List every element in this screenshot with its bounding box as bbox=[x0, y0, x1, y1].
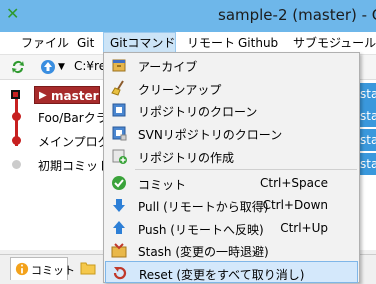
branch-badge: ▶ master bbox=[34, 86, 100, 104]
commit-node-icon bbox=[12, 160, 21, 169]
menu-item-shortcut: Ctrl+Space bbox=[260, 176, 328, 190]
menu-github[interactable]: Github bbox=[236, 32, 280, 54]
app-logo-icon: ✕ bbox=[6, 4, 20, 23]
info-icon bbox=[15, 262, 29, 276]
status-cell: sta bbox=[360, 105, 376, 127]
navigate-up-icon[interactable] bbox=[40, 59, 56, 75]
branch-name: master bbox=[51, 89, 99, 103]
menu-item-label: クリーンアップ bbox=[138, 83, 222, 97]
menu-item-archive[interactable]: アーカイブ bbox=[105, 54, 358, 76]
folder-icon[interactable] bbox=[80, 261, 96, 275]
commit-node-icon bbox=[12, 136, 21, 145]
menu-separator bbox=[135, 169, 357, 170]
menu-item-label: コミット bbox=[138, 178, 187, 192]
menu-item-svn-clone[interactable]: SVNリポジトリのクローン bbox=[105, 122, 358, 144]
commit-message: 初期コミット bbox=[38, 159, 111, 173]
git-commands-dropdown: アーカイブ クリーンアップ リポジトリのクローン SVNリポジトリのクローン リ… bbox=[103, 52, 360, 283]
triangle-right-icon: ▶ bbox=[39, 90, 47, 101]
commit-node-icon bbox=[12, 112, 21, 121]
tab-commit-label: コミット bbox=[31, 264, 75, 277]
create-repo-icon bbox=[112, 149, 127, 164]
menu-item-clone[interactable]: リポジトリのクローン bbox=[105, 99, 358, 121]
repo-path: C:¥re bbox=[74, 59, 107, 73]
menu-item-label: リポジトリのクローン bbox=[138, 105, 258, 119]
menu-git-commands[interactable]: Gitコマンド bbox=[103, 32, 176, 54]
status-cell: sta bbox=[360, 83, 376, 105]
commit-message: Foo/Barクラ bbox=[38, 111, 108, 125]
svn-clone-icon bbox=[112, 126, 127, 141]
menu-item-label: Stash (変更の一時退避) bbox=[138, 245, 269, 259]
menu-item-label: Pull (リモートから取得) bbox=[138, 200, 269, 214]
commit-check-icon bbox=[112, 176, 126, 190]
title-bar: ✕ sample-2 (master) - C bbox=[0, 0, 376, 32]
menu-item-shortcut: Ctrl+Down bbox=[262, 198, 328, 212]
reset-icon bbox=[113, 266, 127, 280]
status-cell: sta bbox=[360, 129, 376, 151]
menu-submodule[interactable]: サブモジュール bbox=[291, 32, 376, 54]
menu-item-label: リポジトリの作成 bbox=[138, 151, 235, 165]
menu-item-push[interactable]: Push (リモートへ反映) Ctrl+Up bbox=[105, 217, 358, 239]
menu-item-reset[interactable]: Reset (変更をすべて取り消し) bbox=[105, 261, 358, 283]
clone-icon bbox=[112, 103, 126, 117]
status-cell: sta bbox=[360, 153, 376, 175]
menu-git[interactable]: Git bbox=[75, 32, 96, 54]
menu-item-label: Reset (変更をすべて取り消し) bbox=[139, 268, 305, 282]
menu-item-shortcut: Ctrl+Up bbox=[280, 221, 328, 235]
menu-item-stash[interactable]: Stash (変更の一時退避) bbox=[105, 239, 358, 261]
menu-file[interactable]: ファイル bbox=[19, 32, 71, 54]
menu-item-label: SVNリポジトリのクローン bbox=[138, 128, 283, 142]
chevron-down-icon[interactable]: ▼ bbox=[58, 62, 65, 72]
menu-item-label: アーカイブ bbox=[138, 60, 198, 74]
window-title: sample-2 (master) - C bbox=[218, 6, 376, 24]
menu-item-pull[interactable]: Pull (リモートから取得) Ctrl+Down bbox=[105, 194, 358, 216]
push-arrow-icon bbox=[113, 221, 125, 234]
menu-remote[interactable]: リモート bbox=[185, 32, 237, 54]
head-node-icon bbox=[11, 90, 20, 99]
pull-arrow-icon bbox=[113, 199, 125, 212]
archive-icon bbox=[112, 59, 126, 72]
stash-icon bbox=[111, 243, 127, 258]
menu-item-label: Push (リモートへ反映) bbox=[138, 223, 264, 237]
refresh-icon[interactable] bbox=[10, 59, 26, 75]
menu-item-commit[interactable]: コミット Ctrl+Space bbox=[105, 172, 358, 194]
broom-icon bbox=[111, 80, 124, 96]
tab-commit[interactable]: コミット bbox=[10, 257, 75, 280]
menu-item-create-repo[interactable]: リポジトリの作成 bbox=[105, 145, 358, 167]
menu-item-cleanup[interactable]: クリーンアップ bbox=[105, 77, 358, 99]
